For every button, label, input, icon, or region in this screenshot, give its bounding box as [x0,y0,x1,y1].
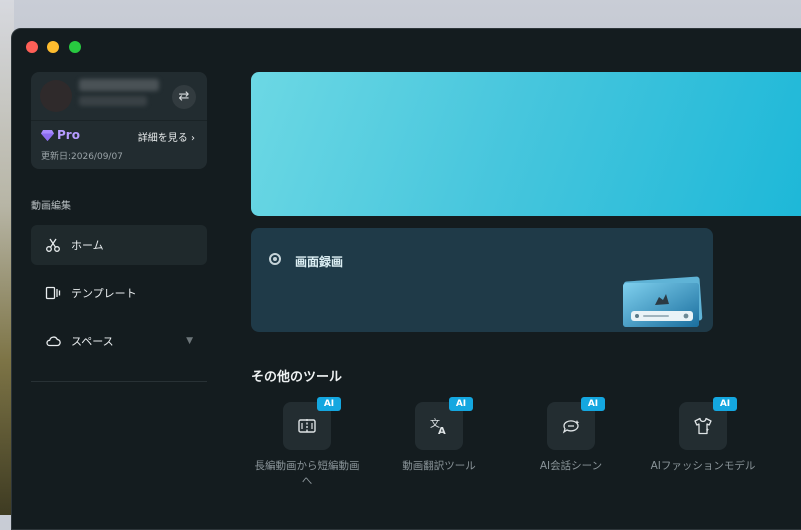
tool-label: 動画翻訳ツール [402,460,476,472]
diamond-icon [41,129,54,141]
svg-text:A: A [438,426,446,436]
blurred-username [79,79,159,91]
film-cut-icon [298,419,316,433]
tshirt-icon [694,417,712,435]
record-icon [269,253,281,265]
swap-icon[interactable]: ⇄ [172,85,196,109]
scissors-icon [46,238,60,252]
cloud-icon [46,336,61,347]
ai-badge: AI [317,397,341,411]
section-label: 動画編集 [31,201,71,212]
screen-record-label: 画面録画 [295,255,344,269]
sidebar-item-label: スペース [71,335,114,348]
app-window: ⇄ Pro 詳細を見る › 更新日:2026/09/07 動画編集 ホーム テン… [11,28,801,530]
sidebar-item-templates[interactable]: テンプレート [31,273,207,313]
card-divider [31,120,207,121]
details-link[interactable]: 詳細を見る › [138,129,195,144]
translate-icon: 文 A [430,417,446,436]
hero-banner[interactable] [251,72,801,216]
chat-sparkle-icon [562,420,580,434]
ai-badge: AI [449,397,473,411]
tool-label: AIファッションモデル [650,460,756,472]
screen-record-thumbnail [623,276,703,327]
template-icon [45,286,61,300]
sidebar-item-label: テンプレート [71,287,137,300]
tool-label: AI会話シーン [539,460,603,472]
renewal-date: 更新日:2026/09/07 [41,152,123,162]
sidebar-item-home[interactable]: ホーム [31,225,207,265]
minimize-window-button[interactable] [47,41,59,53]
screen-record-card[interactable]: 画面録画 [251,228,713,332]
plan-label: Pro [57,128,80,142]
pro-badge: Pro [41,128,80,142]
chevron-down-icon[interactable]: ▼ [186,336,193,346]
sidebar-divider [31,381,207,382]
close-window-button[interactable] [26,41,38,53]
maximize-window-button[interactable] [69,41,81,53]
tool-label: 長編動画から短編動画へ [254,460,360,487]
sidebar-item-label: ホーム [71,239,104,252]
other-tools-heading: その他のツール [251,370,343,385]
ai-badge: AI [713,397,737,411]
account-card[interactable]: ⇄ Pro 詳細を見る › 更新日:2026/09/07 [31,72,207,169]
ai-badge: AI [581,397,605,411]
blurred-user-id [79,96,147,106]
sidebar-item-space[interactable]: スペース ▼ [31,321,207,361]
avatar[interactable] [40,80,72,112]
